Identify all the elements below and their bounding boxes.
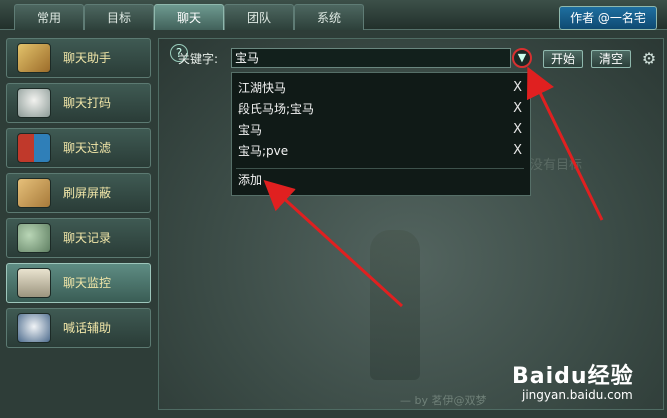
sidebar-item-label: 聊天记录 bbox=[63, 231, 112, 245]
sidebar-item-label: 刷屏屏蔽 bbox=[63, 186, 112, 200]
dropdown-toggle-button[interactable]: ▼ bbox=[512, 48, 532, 68]
tab-system[interactable]: 系统 bbox=[294, 4, 364, 30]
keyword-label: 关键字: bbox=[178, 52, 219, 66]
tab-common[interactable]: 常用 bbox=[14, 4, 84, 30]
no-target-text: 没有目标 bbox=[530, 158, 583, 173]
sidebar-item-chat-monitor[interactable]: 聊天监控 bbox=[6, 263, 151, 303]
sidebar-item-label: 聊天监控 bbox=[63, 276, 112, 290]
clear-button[interactable]: 清空 bbox=[591, 50, 631, 68]
list-item[interactable]: 江湖快马 X bbox=[232, 78, 530, 98]
remove-icon[interactable]: X bbox=[513, 141, 522, 161]
dropdown-divider bbox=[236, 168, 524, 169]
sidebar-item-label: 喊话辅助 bbox=[63, 321, 112, 335]
tab-chat[interactable]: 聊天 bbox=[154, 4, 224, 30]
sidebar-item-chat-mask[interactable]: 聊天打码 bbox=[6, 83, 151, 123]
start-button[interactable]: 开始 bbox=[543, 50, 583, 68]
remove-icon[interactable]: X bbox=[513, 78, 522, 98]
keyword-input[interactable]: 宝马 bbox=[231, 48, 511, 68]
keyword-item-text: 宝马 bbox=[238, 123, 263, 137]
top-tab-bar: 常用 目标 聊天 团队 系统 作者 @一名宅 bbox=[0, 0, 667, 30]
baidu-logo: Baidu经验 bbox=[512, 364, 634, 389]
lantern-icon bbox=[17, 268, 51, 298]
character-figure bbox=[370, 230, 420, 380]
sidebar-item-shout-assist[interactable]: 喊话辅助 bbox=[6, 308, 151, 348]
sidebar: 聊天助手 聊天打码 聊天过滤 刷屏屏蔽 聊天记录 聊天监控 喊话辅助 bbox=[6, 38, 151, 408]
sidebar-item-label: 聊天打码 bbox=[63, 96, 112, 110]
rabbit-icon bbox=[17, 313, 51, 343]
keyword-item-text: 宝马;pve bbox=[238, 144, 289, 158]
remove-icon[interactable]: X bbox=[513, 120, 522, 140]
add-label: 添加 bbox=[238, 173, 263, 187]
keyword-item-text: 江湖快马 bbox=[238, 81, 287, 95]
keyword-dropdown: 江湖快马 X 段氏马场;宝马 X 宝马 X 宝马;pve X 添加 bbox=[231, 72, 531, 196]
sidebar-item-label: 聊天过滤 bbox=[63, 141, 112, 155]
quill-scroll-icon bbox=[17, 43, 51, 73]
sidebar-item-chat-filter[interactable]: 聊天过滤 bbox=[6, 128, 151, 168]
keyword-item-text: 段氏马场;宝马 bbox=[238, 102, 315, 116]
add-keyword-item[interactable]: 添加 bbox=[232, 170, 530, 190]
sidebar-item-spam-block[interactable]: 刷屏屏蔽 bbox=[6, 173, 151, 213]
watermark-url: jingyan.baidu.com bbox=[522, 388, 633, 402]
byline-text: — by 茗伊@双梦 bbox=[400, 394, 487, 407]
author-button[interactable]: 作者 @一名宅 bbox=[559, 6, 657, 30]
sidebar-item-label: 聊天助手 bbox=[63, 51, 112, 65]
sidebar-item-chat-assistant[interactable]: 聊天助手 bbox=[6, 38, 151, 78]
tab-target[interactable]: 目标 bbox=[84, 4, 154, 30]
split-shield-icon bbox=[17, 133, 51, 163]
list-item[interactable]: 宝马;pve X bbox=[232, 141, 530, 161]
chevron-down-icon: ▼ bbox=[517, 51, 527, 64]
list-item[interactable]: 段氏马场;宝马 X bbox=[232, 99, 530, 119]
horse-head-icon bbox=[17, 88, 51, 118]
gear-icon[interactable]: ⚙ bbox=[640, 50, 658, 68]
parchment-icon bbox=[17, 178, 51, 208]
tab-team[interactable]: 团队 bbox=[224, 4, 294, 30]
remove-icon[interactable]: X bbox=[513, 99, 522, 119]
orbs-icon bbox=[17, 223, 51, 253]
sidebar-item-chat-log[interactable]: 聊天记录 bbox=[6, 218, 151, 258]
list-item[interactable]: 宝马 X bbox=[232, 120, 530, 140]
